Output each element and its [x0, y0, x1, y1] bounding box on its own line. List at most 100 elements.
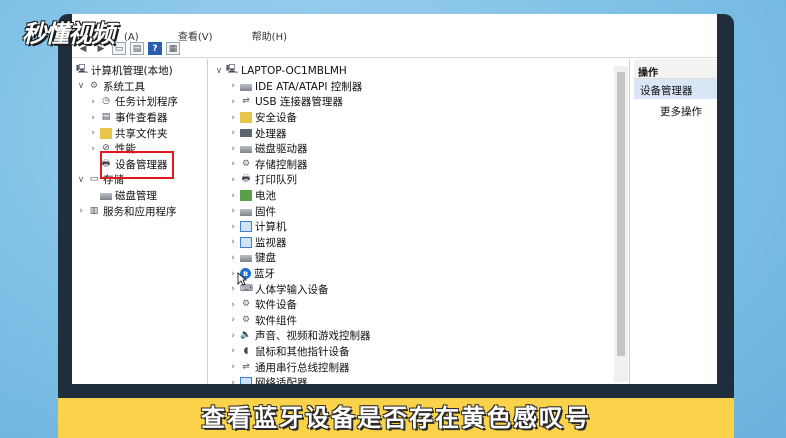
chevron-right-icon[interactable]: › [228, 159, 238, 169]
processor-icon [240, 129, 252, 138]
tree-item-task-scheduler[interactable]: › ◷ 任务计划程序 [72, 94, 207, 110]
storage-controller-icon: ⚙ [241, 158, 251, 169]
tree-item-root[interactable]: 🖳 计算机管理(本地) [72, 63, 207, 79]
disk-icon [100, 193, 112, 201]
chevron-right-icon[interactable]: › [228, 300, 238, 310]
chevron-right-icon[interactable]: › [228, 113, 238, 123]
device-category[interactable]: › 🔈 声音、视频和游戏控制器 [210, 328, 629, 344]
tools-icon: ⚙ [89, 80, 99, 91]
toolbar: ◀ ▶ ▭ ▤ ? ▦ [72, 40, 717, 58]
actions-item-device-manager[interactable]: 设备管理器 [634, 79, 717, 99]
view-icon[interactable]: ▦ [166, 42, 180, 55]
storage-icon: ▭ [89, 174, 99, 185]
navigation-tree: 🖳 计算机管理(本地) ∨ ⚙ 系统工具 › ◷ 任务计划程序 › ▤ 事件查看… [72, 59, 208, 384]
device-category[interactable]: › 安全设备 [210, 110, 629, 126]
actions-header: 操作 [634, 59, 717, 79]
chevron-right-icon[interactable]: › [228, 362, 238, 372]
subtitle-bar: 查看蓝牙设备是否存在黄色感叹号 [58, 398, 734, 438]
tree-item-services[interactable]: › ▥ 服务和应用程序 [72, 203, 207, 219]
mouse-cursor-icon [237, 272, 247, 286]
highlight-box [100, 151, 174, 179]
device-category[interactable]: › 网络适配器 [210, 375, 629, 384]
device-category[interactable]: › ◖ 鼠标和其他指针设备 [210, 344, 629, 360]
device-category[interactable]: › IDE ATA/ATAPI 控制器 [210, 79, 629, 95]
usb-icon: ⇌ [242, 96, 250, 107]
tree-item-event-viewer[interactable]: › ▤ 事件查看器 [72, 110, 207, 126]
usb-controller-icon: ⇌ [242, 361, 250, 372]
chevron-right-icon[interactable]: › [228, 191, 238, 201]
computer-icon [240, 221, 252, 233]
chevron-down-icon[interactable]: ∨ [76, 175, 86, 185]
device-category[interactable]: › 固件 [210, 203, 629, 219]
device-category-bluetooth[interactable]: › ʙ 蓝牙 [210, 266, 629, 282]
firmware-icon [240, 208, 252, 216]
chevron-right-icon[interactable]: › [228, 175, 238, 185]
chevron-right-icon[interactable]: › [88, 144, 98, 154]
device-category[interactable]: › 计算机 [210, 219, 629, 235]
folder-icon[interactable]: ▭ [112, 42, 126, 55]
software-component-icon: ⚙ [241, 314, 251, 325]
device-category[interactable]: › 磁盘驱动器 [210, 141, 629, 157]
device-tree-scrollbar[interactable] [614, 66, 628, 382]
chevron-right-icon[interactable]: › [88, 128, 98, 138]
monitor-icon [240, 236, 252, 248]
chevron-right-icon[interactable]: › [228, 378, 238, 384]
chevron-down-icon[interactable]: ∨ [76, 81, 86, 91]
device-category[interactable]: › 🖶 打印队列 [210, 172, 629, 188]
tree-item-system-tools[interactable]: ∨ ⚙ 系统工具 [72, 79, 207, 95]
chevron-right-icon[interactable]: › [76, 206, 86, 216]
keyboard-icon [240, 255, 252, 263]
subtitle-text: 查看蓝牙设备是否存在黄色感叹号 [201, 404, 591, 432]
device-category[interactable]: › ⚙ 软件设备 [210, 297, 629, 313]
battery-icon [240, 190, 252, 202]
security-icon [240, 112, 252, 124]
chevron-right-icon[interactable]: › [228, 346, 238, 356]
brand-logo: 秒懂视频 [22, 20, 115, 48]
chevron-down-icon[interactable]: ∨ [214, 66, 224, 76]
computer-icon: 🖳 [76, 65, 89, 76]
tree-item-shared-folders[interactable]: › 共享文件夹 [72, 125, 207, 141]
disk-drive-icon [240, 146, 252, 154]
chevron-right-icon[interactable]: › [228, 97, 238, 107]
device-category[interactable]: › 电池 [210, 188, 629, 204]
chevron-right-icon[interactable]: › [228, 206, 238, 216]
device-tree: ∨ 🖳 LAPTOP-OC1MBLMH › IDE ATA/ATAPI 控制器 … [210, 59, 630, 384]
properties-icon[interactable]: ▤ [130, 42, 144, 55]
computer-icon: 🖳 [226, 65, 239, 76]
chevron-right-icon[interactable]: › [228, 237, 238, 247]
device-category[interactable]: › 处理器 [210, 125, 629, 141]
chevron-right-icon[interactable]: › [88, 113, 98, 123]
chevron-right-icon[interactable]: › [228, 81, 238, 91]
shared-folder-icon [100, 127, 112, 139]
device-category[interactable]: › ⇌ 通用串行总线控制器 [210, 359, 629, 375]
event-log-icon: ▤ [101, 112, 111, 123]
mouse-icon: ◖ [243, 345, 249, 356]
chevron-right-icon[interactable]: › [228, 144, 238, 154]
help-icon[interactable]: ? [148, 42, 162, 55]
device-category[interactable]: › ⚙ 存储控制器 [210, 157, 629, 173]
chevron-right-icon[interactable]: › [228, 331, 238, 341]
actions-pane: 操作 设备管理器 更多操作 [634, 59, 717, 384]
device-category[interactable]: › ⇌ USB 连接器管理器 [210, 94, 629, 110]
computer-management-window: (A) 查看(V) 帮助(H) ◀ ▶ ▭ ▤ ? ▦ 🖳 计算机管理(本地) … [72, 14, 717, 384]
chevron-right-icon[interactable]: › [228, 222, 238, 232]
chevron-right-icon[interactable]: › [228, 315, 238, 325]
device-category[interactable]: › 监视器 [210, 235, 629, 251]
device-category[interactable]: › 键盘 [210, 250, 629, 266]
more-actions-link[interactable]: 更多操作 [634, 99, 717, 119]
network-adapter-icon [240, 377, 252, 384]
services-icon: ▥ [89, 205, 99, 216]
printer-icon: 🖶 [241, 174, 251, 185]
menu-bar: (A) 查看(V) 帮助(H) [72, 28, 717, 43]
device-tree-root[interactable]: ∨ 🖳 LAPTOP-OC1MBLMH [210, 63, 629, 79]
chevron-right-icon[interactable]: › [228, 128, 238, 138]
scroll-thumb[interactable] [617, 72, 625, 356]
chevron-right-icon[interactable]: › [228, 253, 238, 263]
device-category[interactable]: › ⚙ 软件组件 [210, 313, 629, 329]
device-category[interactable]: › ⌨ 人体学输入设备 [210, 281, 629, 297]
clock-icon: ◷ [102, 96, 110, 107]
chevron-right-icon[interactable]: › [88, 97, 98, 107]
tree-item-disk-management[interactable]: 磁盘管理 [72, 188, 207, 204]
software-device-icon: ⚙ [241, 299, 251, 310]
speaker-icon: 🔈 [240, 330, 252, 341]
